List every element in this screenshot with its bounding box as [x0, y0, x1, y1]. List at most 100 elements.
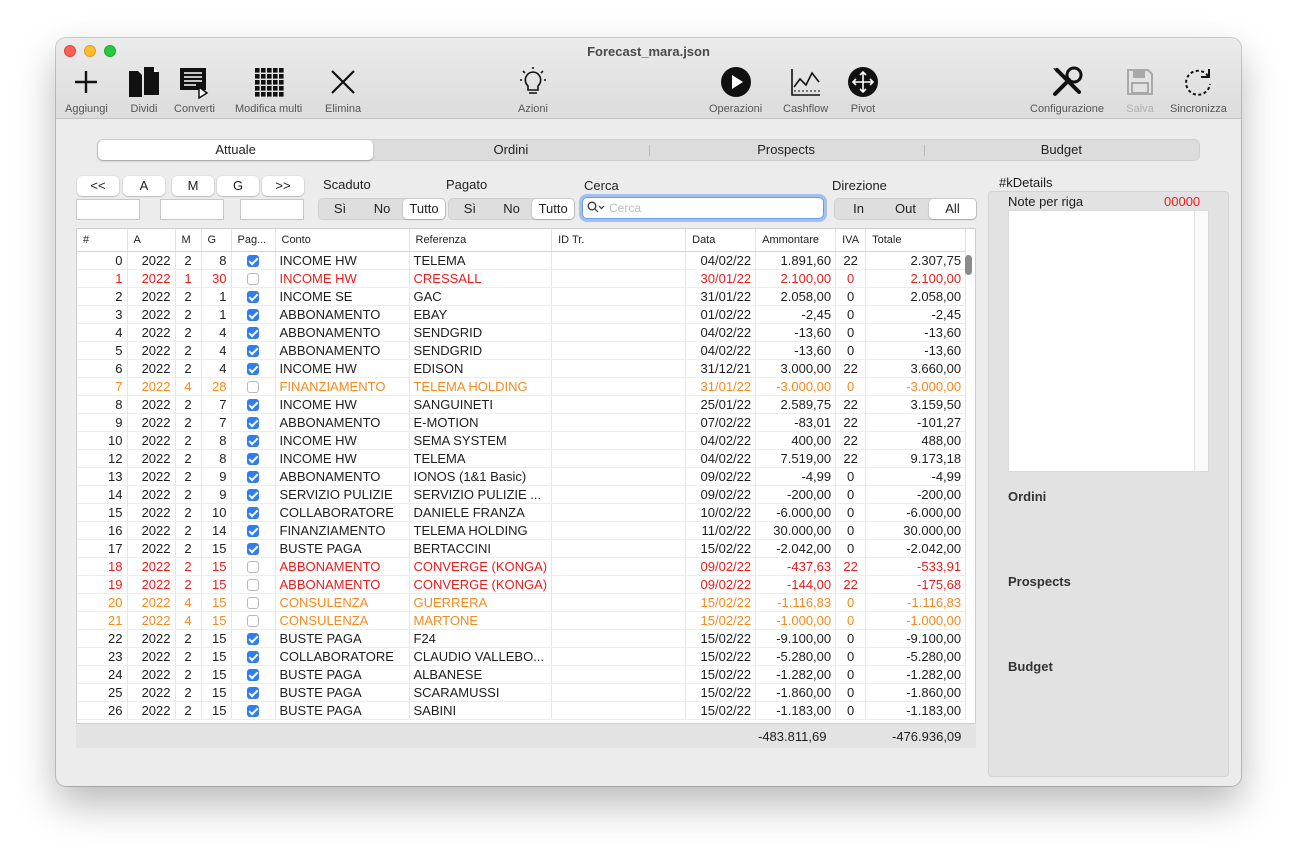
paid-checkbox[interactable] [247, 417, 259, 430]
table-row[interactable]: 1 2022 1 30 INCOME HW CRESSALL 30/01/22 2.100,0… [77, 269, 967, 288]
table-row[interactable]: 19 2022 2 15 ABBONAMENTO CONVERGE (KONGA) 09/0… [77, 575, 967, 594]
table-row[interactable]: 25 2022 2 15 BUSTE PAGA SCARAMUSSI 15/02/22 -1.… [77, 683, 967, 702]
col-header-date[interactable]: Data [685, 229, 757, 252]
paid-checkbox[interactable] [247, 327, 259, 340]
cashflow-button[interactable]: Cashflow [783, 64, 828, 115]
notes-textarea[interactable] [1008, 210, 1209, 472]
table-row[interactable]: 18 2022 2 15 ABBONAMENTO CONVERGE (KONGA) 09/0… [77, 557, 967, 576]
table-row[interactable]: 12 2022 2 8 INCOME HW TELEMA 04/02/22 7.519,00 2… [77, 449, 967, 468]
table-row[interactable]: 22 2022 2 15 BUSTE PAGA F24 15/02/22 -9.100,00 0… [77, 629, 967, 648]
year-field[interactable] [76, 199, 140, 220]
table-row[interactable]: 20 2022 4 15 CONSULENZA GUERRERA 15/02/22 -1.11… [77, 593, 967, 612]
paid-checkbox[interactable] [247, 597, 259, 610]
day-field[interactable] [240, 199, 304, 220]
paid-checkbox[interactable] [247, 273, 259, 286]
col-header-vat[interactable]: IVA [835, 229, 867, 252]
paid-checkbox[interactable] [247, 615, 259, 628]
col-header-year[interactable]: A [127, 229, 176, 252]
paid-checkbox[interactable] [247, 687, 259, 700]
search-field[interactable] [582, 197, 824, 219]
table-row[interactable]: 5 2022 2 4 ABBONAMENTO SENDGRID 04/02/22 -13,60… [77, 341, 967, 360]
paid-checkbox[interactable] [247, 543, 259, 556]
paid-checkbox[interactable] [247, 579, 259, 592]
table-row[interactable]: 23 2022 2 15 COLLABORATORE CLAUDIO VALLEBO...… [77, 647, 967, 666]
table-row[interactable]: 21 2022 4 15 CONSULENZA MARTONE 15/02/22 -1.000… [77, 611, 967, 630]
pivot-button[interactable]: Pivot [847, 64, 879, 115]
paid-checkbox[interactable] [247, 345, 259, 358]
pagato-tutto[interactable]: Tutto [532, 199, 575, 219]
pagato-no[interactable]: No [491, 199, 533, 219]
col-header-account[interactable]: Conto [275, 229, 410, 252]
configuration-button[interactable]: Configurazione [1030, 64, 1104, 115]
multi-edit-button[interactable]: Modifica multi [235, 64, 302, 115]
col-header-paid[interactable]: Pag... [231, 229, 276, 252]
table-row[interactable]: 7 2022 4 28 FINANZIAMENTO TELEMA HOLDING 31/01… [77, 377, 967, 396]
paid-checkbox[interactable] [247, 309, 259, 322]
tab-budget[interactable]: Budget [923, 140, 1199, 160]
next-button[interactable]: >> [262, 176, 304, 196]
tab-prospects[interactable]: Prospects [648, 140, 924, 160]
tab-attuale[interactable]: Attuale [98, 140, 374, 160]
paid-checkbox[interactable] [247, 561, 259, 574]
table-row[interactable]: 14 2022 2 9 SERVIZIO PULIZIE SERVIZIO PULIZIE… [77, 485, 967, 504]
table-row[interactable]: 3 2022 2 1 ABBONAMENTO EBAY 01/02/22 -2,45 0 -2,4… [77, 305, 967, 324]
scaduto-no[interactable]: No [361, 199, 403, 219]
transactions-table[interactable]: # A M G Pag... Conto Referenza ID Tr. Da… [76, 228, 976, 724]
save-button[interactable]: Salva [1125, 64, 1155, 115]
paid-checkbox[interactable] [247, 363, 259, 376]
table-row[interactable]: 13 2022 2 9 ABBONAMENTO IONOS (1&1 Basic) 09/0… [77, 467, 967, 486]
table-scrollbar[interactable] [965, 255, 972, 275]
table-row[interactable]: 4 2022 2 4 ABBONAMENTO SENDGRID 04/02/22 -13,60… [77, 323, 967, 342]
tab-ordini[interactable]: Ordini [373, 140, 648, 160]
paid-checkbox[interactable] [247, 669, 259, 682]
col-header-total[interactable]: Totale [865, 229, 967, 252]
actions-button[interactable]: Azioni [518, 64, 548, 115]
add-button[interactable]: Aggiungi [65, 64, 108, 115]
delete-button[interactable]: Elimina [325, 64, 361, 115]
table-row[interactable]: 24 2022 2 15 BUSTE PAGA ALBANESE 15/02/22 -1.28… [77, 665, 967, 684]
table-row[interactable]: 16 2022 2 14 FINANZIAMENTO TELEMA HOLDING 11/0… [77, 521, 967, 540]
paid-checkbox[interactable] [247, 381, 259, 394]
col-header-number[interactable]: # [77, 229, 128, 252]
table-row[interactable]: 6 2022 2 4 INCOME HW EDISON 31/12/21 3.000,00 22… [77, 359, 967, 378]
scaduto-si[interactable]: Sì [319, 199, 361, 219]
table-row[interactable]: 0 2022 2 8 INCOME HW TELEMA 04/02/22 1.891,60 22… [77, 251, 967, 270]
col-header-day[interactable]: G [201, 229, 232, 252]
paid-checkbox[interactable] [247, 471, 259, 484]
notes-scrollbar[interactable] [1194, 211, 1208, 471]
scaduto-tutto[interactable]: Tutto [403, 199, 445, 219]
paid-checkbox[interactable] [247, 435, 259, 448]
table-row[interactable]: 26 2022 2 15 BUSTE PAGA SABINI 15/02/22 -1.183,… [77, 701, 967, 720]
col-header-month[interactable]: M [175, 229, 202, 252]
paid-checkbox[interactable] [247, 705, 259, 718]
paid-checkbox[interactable] [247, 651, 259, 664]
month-button[interactable]: M [172, 176, 214, 196]
col-header-amount[interactable]: Ammontare [755, 229, 837, 252]
direzione-out[interactable]: Out [882, 199, 929, 219]
pagato-si[interactable]: Sì [449, 199, 491, 219]
convert-button[interactable]: Converti [174, 64, 215, 115]
table-row[interactable]: 8 2022 2 7 INCOME HW SANGUINETI 25/01/22 2.589,… [77, 395, 967, 414]
table-row[interactable]: 10 2022 2 8 INCOME HW SEMA SYSTEM 04/02/22 400,… [77, 431, 967, 450]
table-row[interactable]: 15 2022 2 10 COLLABORATORE DANIELE FRANZA 10/0… [77, 503, 967, 522]
paid-checkbox[interactable] [247, 489, 259, 502]
table-row[interactable]: 17 2022 2 15 BUSTE PAGA BERTACCINI 15/02/22 -2.… [77, 539, 967, 558]
previous-button[interactable]: << [77, 176, 119, 196]
paid-checkbox[interactable] [247, 525, 259, 538]
direzione-all[interactable]: All [929, 199, 976, 219]
paid-checkbox[interactable] [247, 399, 259, 412]
table-row[interactable]: 2 2022 2 1 INCOME SE GAC 31/01/22 2.058,00 0 2.05… [77, 287, 967, 306]
operations-button[interactable]: Operazioni [709, 64, 762, 115]
paid-checkbox[interactable] [247, 291, 259, 304]
search-input[interactable] [609, 201, 809, 215]
paid-checkbox[interactable] [247, 453, 259, 466]
paid-checkbox[interactable] [247, 255, 259, 268]
sync-button[interactable]: Sincronizza [1170, 64, 1227, 115]
month-field[interactable] [160, 199, 224, 220]
col-header-reference[interactable]: Referenza [409, 229, 553, 252]
split-button[interactable]: Dividi [127, 64, 161, 115]
direzione-in[interactable]: In [835, 199, 882, 219]
year-button[interactable]: A [123, 176, 165, 196]
table-row[interactable]: 9 2022 2 7 ABBONAMENTO E-MOTION 07/02/22 -83,01… [77, 413, 967, 432]
paid-checkbox[interactable] [247, 633, 259, 646]
